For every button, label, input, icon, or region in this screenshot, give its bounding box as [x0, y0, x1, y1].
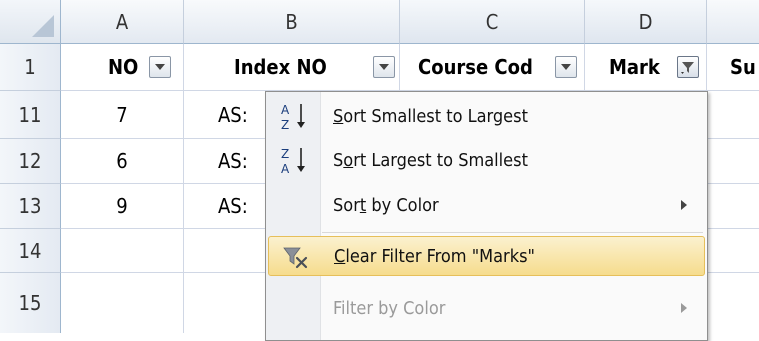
row-header-11[interactable]: 11	[0, 91, 61, 139]
header-no-label: NO	[108, 55, 139, 79]
autofilter-dropdown-menu: A Z Sort Smallest to Largest Z A Sort La…	[265, 91, 708, 341]
filter-by-color-label: Filter by Color	[333, 297, 446, 319]
column-header-b[interactable]: B	[184, 0, 400, 44]
sort-z-to-a-icon: Z A	[277, 142, 313, 178]
cell-a14[interactable]	[61, 229, 184, 273]
column-header-c[interactable]: C	[400, 0, 585, 44]
no-value: 9	[116, 194, 128, 218]
sort-largest-to-smallest-label: Sort Largest to Smallest	[333, 149, 528, 171]
chevron-down-icon	[561, 64, 571, 70]
submenu-arrow-icon	[681, 303, 687, 313]
select-all-triangle	[32, 15, 54, 37]
submenu-arrow-icon	[681, 200, 687, 210]
row-header-1[interactable]: 1	[0, 44, 61, 91]
filter-button-no[interactable]	[149, 56, 171, 78]
cell-e15[interactable]	[707, 273, 759, 333]
row-header-15[interactable]: 15	[0, 273, 61, 333]
svg-text:Z: Z	[281, 147, 289, 161]
cell-e12[interactable]	[707, 139, 759, 184]
no-value: 7	[116, 102, 128, 127]
cell-a11[interactable]: 7	[61, 91, 184, 139]
svg-text:Z: Z	[281, 118, 289, 132]
sort-a-to-z-icon: A Z	[277, 98, 313, 134]
sort-smallest-to-largest-label: Sort Smallest to Largest	[333, 105, 528, 127]
cell-a15[interactable]	[61, 273, 184, 333]
cell-a13[interactable]: 9	[61, 184, 184, 229]
menu-separator	[322, 232, 703, 233]
menu-item-clear-filter[interactable]: Clear Filter From "Marks"	[268, 236, 705, 276]
filter-button-course[interactable]	[555, 56, 577, 78]
cell-e11[interactable]	[707, 91, 759, 139]
cell-a12[interactable]: 6	[61, 139, 184, 184]
header-index-label: Index NO	[234, 55, 327, 79]
column-header-e[interactable]	[707, 0, 759, 44]
index-value: AS:	[218, 194, 248, 218]
row-header-12[interactable]: 12	[0, 139, 61, 184]
header-su-label: Su	[730, 55, 756, 79]
select-all-corner[interactable]	[0, 0, 61, 44]
column-header-a[interactable]: A	[61, 0, 184, 44]
sort-by-color-label: Sort by Color	[333, 194, 439, 216]
chevron-down-icon	[379, 64, 389, 70]
row-header-14[interactable]: 14	[0, 229, 61, 273]
no-value: 6	[116, 149, 128, 173]
filter-button-mark-active[interactable]	[677, 56, 699, 78]
svg-text:A: A	[281, 103, 290, 117]
menu-item-sort-largest-to-smallest[interactable]: Z A Sort Largest to Smallest	[268, 140, 705, 180]
cell-b1[interactable]: Index NO	[184, 44, 400, 91]
clear-filter-label: Clear Filter From "Marks"	[334, 245, 535, 267]
menu-item-sort-smallest-to-largest[interactable]: A Z Sort Smallest to Largest	[268, 96, 705, 136]
chevron-down-icon	[155, 64, 165, 70]
menu-item-filter-by-color[interactable]: Filter by Color	[268, 288, 705, 328]
header-mark-label: Mark	[609, 55, 660, 79]
header-course-label: Course Cod	[418, 55, 533, 79]
filter-button-index[interactable]	[373, 56, 395, 78]
menu-item-sort-by-color[interactable]: Sort by Color	[268, 185, 705, 225]
cell-e13[interactable]	[707, 184, 759, 229]
svg-text:A: A	[281, 162, 290, 176]
clear-filter-icon	[278, 239, 314, 275]
cell-e1[interactable]: Su	[707, 44, 759, 91]
index-value: AS:	[218, 149, 248, 173]
index-value: AS:	[218, 102, 248, 127]
filter-funnel-icon	[681, 62, 694, 74]
column-header-d[interactable]: D	[585, 0, 707, 44]
cell-e14[interactable]	[707, 229, 759, 273]
row-header-13[interactable]: 13	[0, 184, 61, 229]
